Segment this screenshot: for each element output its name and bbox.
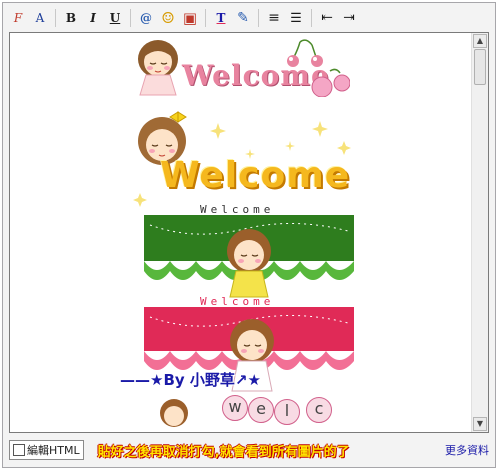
image-icon[interactable]: ▣ xyxy=(180,8,200,28)
edit-html-label: 編輯HTML xyxy=(27,444,80,457)
scroll-up-icon[interactable]: ▲ xyxy=(473,34,487,48)
edit-html-toggle[interactable]: 編輯HTML xyxy=(9,440,84,460)
chibi-girl-small-image xyxy=(160,399,188,427)
chibi-girl-image xyxy=(138,40,178,96)
green-scallop-image xyxy=(144,215,354,298)
signature-text: ——★By 小野草↗★ xyxy=(120,371,261,389)
outdent-icon[interactable]: ⇤ xyxy=(317,8,337,28)
vertical-scrollbar[interactable]: ▲ ▼ xyxy=(471,33,488,432)
bubble-letter: w xyxy=(222,395,248,421)
link-icon[interactable]: @ xyxy=(136,8,156,28)
more-info-link[interactable]: 更多資料 xyxy=(445,442,489,458)
welcome-banner-green: Welcome xyxy=(144,203,354,298)
bubble-letter: e xyxy=(248,397,274,423)
align-left-icon[interactable]: ≡ xyxy=(264,8,284,28)
scrollbar-thumb[interactable] xyxy=(474,49,486,85)
cherry-decoration-image xyxy=(287,39,350,97)
bubble-letter: c xyxy=(306,397,332,423)
toolbar-divider xyxy=(258,9,259,27)
welcome-banner-gold: Welcome xyxy=(130,111,360,211)
pencil-icon[interactable]: ✎ xyxy=(233,8,253,28)
editor-footer: 編輯HTML 貼好之後再取消打勾,就會看到所有圖片的了 更多資料 xyxy=(9,437,491,463)
italic-icon[interactable]: I xyxy=(83,8,103,28)
bubble-welcome-banner: w e l c xyxy=(156,393,346,432)
smiley-icon[interactable]: ☺ xyxy=(158,8,178,28)
text-color-icon[interactable]: T xyxy=(211,8,231,28)
bold-icon[interactable]: B xyxy=(61,8,81,28)
bullet-list-icon[interactable]: ☰ xyxy=(286,8,306,28)
indent-icon[interactable]: ⇥ xyxy=(339,8,359,28)
instruction-notice: 貼好之後再取消打勾,就會看到所有圖片的了 xyxy=(97,444,350,460)
formatting-toolbar: F A B I U @ ☺ ▣ T ✎ ≡ ☰ ⇤ ⇥ xyxy=(5,5,494,31)
scroll-down-icon[interactable]: ▼ xyxy=(473,417,487,431)
toolbar-divider xyxy=(205,9,206,27)
toolbar-divider xyxy=(130,9,131,27)
font-size-icon[interactable]: A xyxy=(30,8,50,28)
underline-icon[interactable]: U xyxy=(105,8,125,28)
welcome-banner-pink: Welcome xyxy=(130,37,350,99)
editor-content-area[interactable]: Welcome Welcome Welcome Welcome ——★By 小野… xyxy=(9,32,489,433)
bubble-letter: l xyxy=(274,399,300,425)
banner-welcome-text: Welcome xyxy=(160,155,351,196)
toolbar-divider xyxy=(311,9,312,27)
font-family-icon[interactable]: F xyxy=(8,8,28,28)
edit-html-checkbox[interactable] xyxy=(13,444,25,456)
toolbar-divider xyxy=(55,9,56,27)
